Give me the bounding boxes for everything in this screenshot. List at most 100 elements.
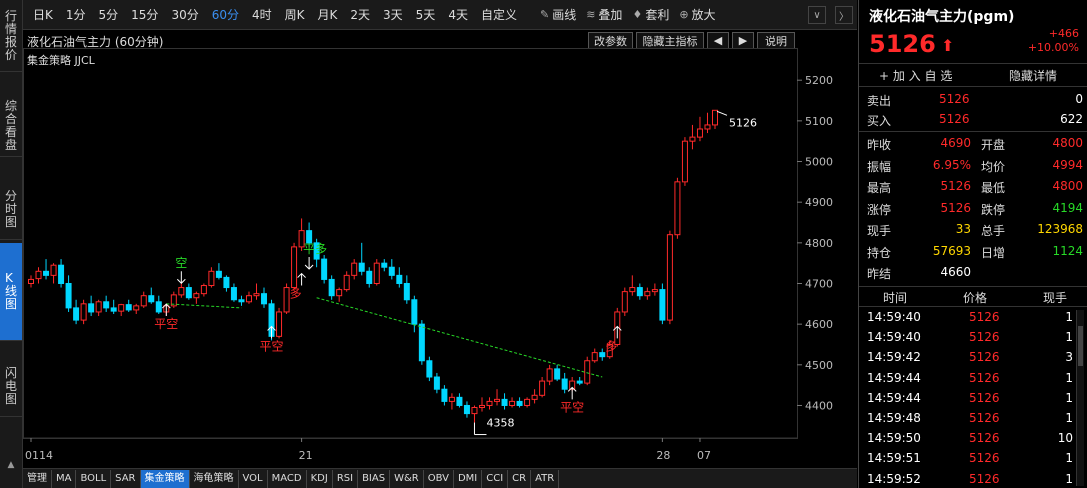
stat-label: 跌停 — [981, 202, 1006, 217]
candle-up — [80, 303, 87, 321]
divider — [859, 131, 1087, 132]
divider — [859, 286, 1087, 287]
y-tick-label: 4800 — [805, 237, 833, 250]
indicator-tab-2[interactable]: BOLL — [76, 469, 112, 488]
period-10[interactable]: 3天 — [383, 6, 403, 23]
sidebar-tab-timeshare[interactable]: 分时图 — [0, 180, 22, 240]
candle-down — [418, 323, 425, 362]
sidebar-tab-flash[interactable]: 闪电图 — [0, 357, 22, 417]
tool-套利[interactable]: ♦ 套利 — [632, 6, 669, 23]
candle-down — [110, 307, 117, 312]
indicator-tab-15[interactable]: CR — [508, 469, 532, 488]
sidebar-tab-label: 闪电图 — [5, 366, 18, 406]
indicator-tab-10[interactable]: BIAS — [358, 469, 391, 488]
hide-detail-button[interactable]: 隐藏详情 — [1009, 67, 1057, 84]
ticks-header-price: 价格 — [963, 291, 988, 305]
candle-up — [28, 278, 34, 284]
indicator-tabs: 管理 MA BOLL SAR 集金策略 海龟策略 VOL MACD KDJ RSI BIAS W&R O… — [23, 468, 857, 488]
candle-down — [261, 293, 268, 305]
tick-price: 5126 — [969, 350, 1000, 365]
candle-down — [65, 282, 72, 309]
candle-up — [629, 287, 636, 293]
tick-row: 14:59:51 5126 1 — [859, 449, 1087, 469]
tick-row: 14:59:44 5126 1 — [859, 389, 1087, 409]
candle-up — [118, 304, 125, 312]
tick-price: 5126 — [969, 330, 1000, 345]
tool-label: 套利 — [645, 8, 670, 22]
tick-volume: 1 — [1065, 471, 1073, 486]
stat-row: 振幅 6.95% 均价 4994 — [859, 156, 1087, 176]
candle-up — [689, 136, 696, 142]
tool-放大[interactable]: ⊕ 放大 — [679, 6, 715, 23]
sell-arrow-icon — [176, 271, 186, 284]
candle-down — [73, 307, 80, 321]
ticks-scrollbar[interactable] — [1076, 310, 1084, 486]
tick-row: 14:59:42 5126 3 — [859, 348, 1087, 368]
candle-down — [381, 262, 388, 268]
sidebar-tab-label: 综合看盘 — [5, 98, 18, 152]
indicator-tab-3[interactable]: SAR — [111, 469, 141, 488]
indicator-tab-7[interactable]: MACD — [268, 469, 307, 488]
candle-up — [696, 128, 703, 138]
period-2[interactable]: 5分 — [99, 6, 119, 23]
tool-画线[interactable]: ✎ 画线 — [540, 6, 576, 23]
candle-down — [463, 404, 470, 415]
y-tick-label: 5000 — [805, 156, 833, 169]
period-8[interactable]: 月K — [318, 6, 338, 23]
indicator-tab-14[interactable]: CCI — [482, 469, 509, 488]
candle-up — [336, 289, 343, 297]
sidebar-tab-label: 分时图 — [5, 189, 18, 229]
indicator-tab-6[interactable]: VOL — [239, 469, 268, 488]
stat-row: 昨结 4660 — [859, 263, 1087, 283]
stat-value: 4800 — [1052, 179, 1083, 193]
period-0[interactable]: 日K — [33, 6, 53, 23]
indicator-tab-9[interactable]: RSI — [333, 469, 359, 488]
indicator-tab-4[interactable]: 集金策略 — [140, 469, 190, 488]
indicator-tab-1[interactable]: MA — [52, 469, 77, 488]
sidebar-tab-kline[interactable]: K线图 — [0, 243, 22, 341]
sidebar-tab-overview[interactable]: 综合看盘 — [0, 95, 22, 157]
indicator-tab-12[interactable]: OBV — [424, 469, 454, 488]
tick-volume: 1 — [1065, 370, 1073, 385]
tick-volume: 1 — [1065, 310, 1073, 324]
sidebar-tab-quotes[interactable]: 行情报价 — [0, 0, 22, 72]
tick-time: 14:59:50 — [867, 431, 921, 446]
candle-up — [140, 295, 147, 307]
period-3[interactable]: 15分 — [131, 6, 158, 23]
tick-price: 5126 — [969, 390, 1000, 405]
high-marker — [716, 110, 728, 116]
candle-down — [155, 301, 162, 313]
indicator-tab-16[interactable]: ATR — [531, 469, 560, 488]
period-toolbar: 日K 1分 5分 15分 30分 60分 4时 周K 月K 2天 3天 5天 4天 自定义 ✎ 画线 ≋ 叠加 ♦ 套… — [23, 0, 857, 30]
indicator-tab-5[interactable]: 海龟策略 — [190, 469, 239, 488]
chevron-right-icon[interactable]: 〉 — [835, 6, 853, 24]
chevron-down-icon[interactable]: ∨ — [808, 6, 826, 24]
add-watchlist-button[interactable]: + 加 入 自 选 — [879, 67, 952, 84]
indicator-tab-11[interactable]: W&R — [390, 469, 424, 488]
indicator-tab-13[interactable]: DMI — [454, 469, 483, 488]
period-9[interactable]: 2天 — [350, 6, 370, 23]
period-6[interactable]: 4时 — [252, 6, 272, 23]
period-12[interactable]: 4天 — [448, 6, 468, 23]
ticks-header-time: 时间 — [883, 291, 908, 305]
period-13[interactable]: 自定义 — [481, 6, 517, 23]
collapse-icon[interactable]: ▲ — [0, 455, 22, 475]
stat-label: 涨停 — [867, 202, 892, 217]
indicator-tab-8[interactable]: KDJ — [307, 469, 333, 488]
period-1[interactable]: 1分 — [66, 6, 86, 23]
candle-down — [185, 287, 192, 299]
ask-label: 卖出 — [867, 94, 892, 108]
period-5[interactable]: 60分 — [212, 6, 239, 23]
candle-up — [95, 301, 102, 313]
period-7[interactable]: 周K — [285, 6, 305, 23]
period-4[interactable]: 30分 — [171, 6, 198, 23]
bid-row: 买入 5126 622 — [859, 110, 1087, 130]
period-11[interactable]: 5天 — [416, 6, 436, 23]
tool-叠加[interactable]: ≋ 叠加 — [586, 6, 622, 23]
candlestick-chart[interactable]: 520051005000490048004700460045004400空平空平… — [23, 30, 857, 466]
tick-time: 14:59:44 — [867, 370, 921, 385]
candle-down — [441, 388, 448, 402]
indicator-tab-0[interactable]: 管理 — [23, 469, 52, 488]
x-tick-label: 07 — [697, 449, 711, 462]
stat-value: 33 — [955, 222, 971, 236]
